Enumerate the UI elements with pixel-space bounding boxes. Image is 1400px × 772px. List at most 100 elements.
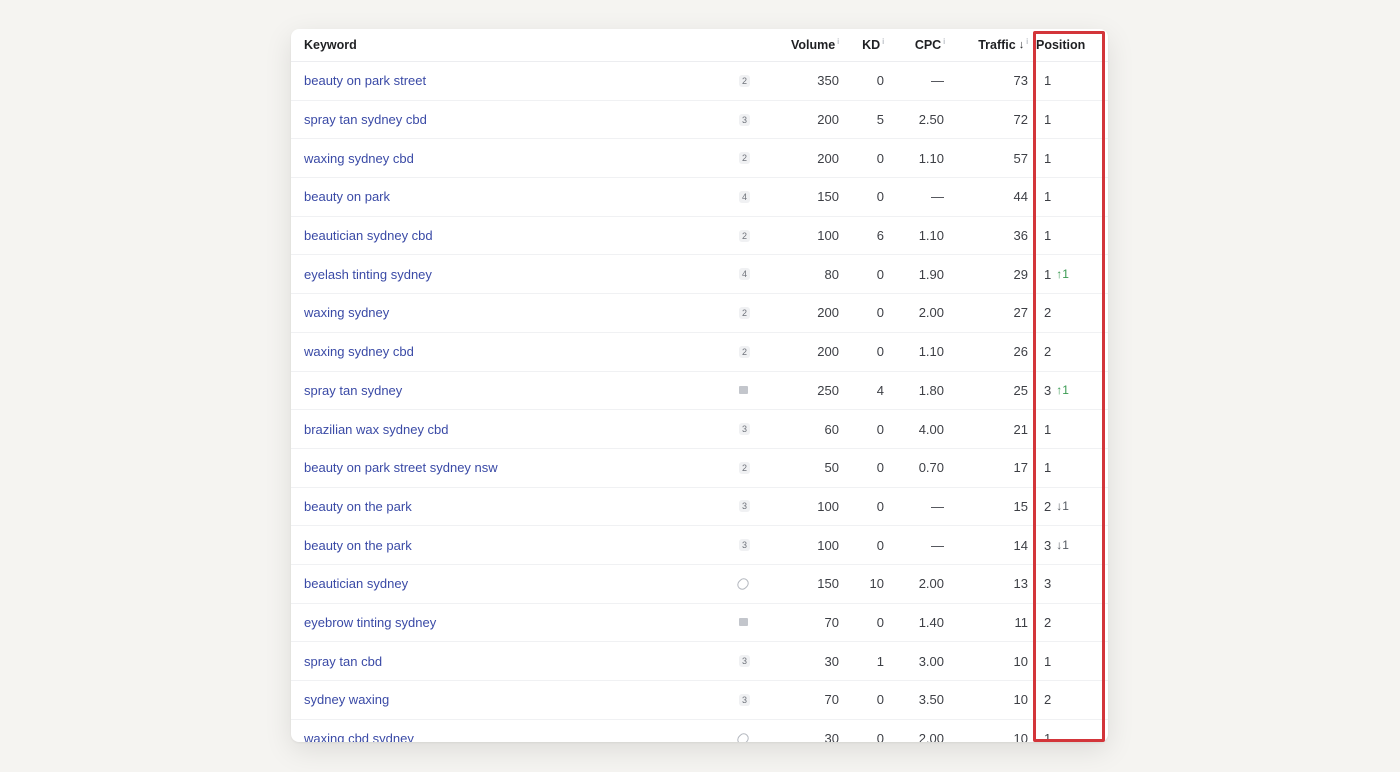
column-header-volume[interactable]: Volume i (770, 37, 841, 53)
info-icon[interactable]: i (1026, 37, 1028, 46)
serp-features-badge[interactable]: 2 (739, 345, 751, 358)
info-icon[interactable]: i (943, 37, 945, 46)
cpc-value: 0.70 (918, 460, 944, 476)
traffic-value[interactable]: 72 (948, 112, 1028, 127)
image-icon[interactable] (739, 386, 748, 395)
traffic-value[interactable]: 25 (948, 383, 1028, 398)
position-value: 1 (1044, 653, 1052, 669)
position-cell: 3 ↑1 (1028, 383, 1108, 398)
traffic-value[interactable]: 27 (948, 305, 1028, 320)
serp-features-badge[interactable]: 2 (739, 74, 751, 87)
serp-features-badge[interactable]: 2 (739, 306, 751, 319)
position-value: 3 (1044, 537, 1052, 553)
serp-features-cell: 4 (731, 268, 770, 281)
position-value: 3 (1044, 382, 1052, 398)
image-icon[interactable] (739, 618, 748, 627)
keyword-link[interactable]: beauty on the park (291, 499, 731, 514)
traffic-value[interactable]: 10 (948, 692, 1028, 707)
table-header: Keyword Volume i KD i CPC i Traffic ↓ i Posit… (291, 29, 1108, 62)
keyword-link[interactable]: sydney waxing (291, 692, 731, 707)
cpc-value: — (931, 537, 944, 553)
table-row: waxing cbd sydney 30 0 2.00 10 1 (291, 720, 1108, 742)
link-icon[interactable] (735, 730, 751, 742)
kd-value: 0 (876, 692, 884, 708)
traffic-value[interactable]: 57 (948, 151, 1028, 166)
traffic-value[interactable]: 26 (948, 344, 1028, 359)
column-header-traffic-label: Traffic (978, 38, 1016, 52)
serp-features-badge[interactable]: 3 (739, 693, 751, 706)
traffic-value[interactable]: 29 (948, 267, 1028, 282)
volume-value: 200 (817, 112, 839, 128)
keyword-link[interactable]: waxing sydney (291, 305, 731, 320)
traffic-value[interactable]: 11 (948, 615, 1029, 630)
keyword-link[interactable]: spray tan sydney (291, 383, 731, 398)
traffic-value[interactable]: 14 (948, 538, 1028, 553)
keyword-link[interactable]: spray tan sydney cbd (291, 112, 731, 127)
volume-value: 250 (817, 382, 839, 398)
serp-features-badge[interactable]: 3 (739, 539, 751, 552)
traffic-value[interactable]: 10 (948, 654, 1028, 669)
serp-features-badge[interactable]: 3 (739, 423, 751, 436)
keyword-link[interactable]: waxing cbd sydney (291, 731, 731, 742)
volume-value: 50 (824, 460, 839, 476)
kd-value: 0 (876, 421, 884, 437)
kd-value: 0 (876, 731, 884, 742)
keyword-link[interactable]: beauty on park street (291, 73, 731, 88)
sort-desc-icon[interactable]: ↓ (1019, 39, 1025, 51)
position-value: 1 (1044, 189, 1052, 205)
keyword-link[interactable]: beautician sydney (291, 576, 731, 591)
volume-value: 80 (824, 266, 839, 282)
serp-features-cell: 2 (731, 345, 770, 358)
keyword-link[interactable]: beauty on park street sydney nsw (291, 460, 731, 475)
serp-features-badge[interactable]: 3 (739, 500, 751, 513)
position-cell: 2 (1028, 615, 1108, 630)
serp-features-badge[interactable]: 2 (739, 461, 751, 474)
kd-value: 0 (876, 537, 884, 553)
traffic-value[interactable]: 21 (948, 422, 1028, 437)
column-header-traffic[interactable]: Traffic ↓ i (948, 37, 1028, 53)
keyword-link[interactable]: spray tan cbd (291, 654, 731, 669)
serp-features-badge[interactable]: 2 (739, 229, 751, 242)
serp-features-badge[interactable]: 2 (739, 152, 751, 165)
info-icon[interactable]: i (837, 37, 839, 46)
keyword-link[interactable]: eyebrow tinting sydney (291, 615, 731, 630)
position-down-indicator: ↓1 (1056, 499, 1069, 514)
traffic-value[interactable]: 17 (948, 460, 1028, 475)
traffic-value[interactable]: 15 (948, 499, 1028, 514)
traffic-value[interactable]: 13 (948, 576, 1028, 591)
serp-features-badge[interactable]: 3 (739, 113, 751, 126)
column-header-keyword[interactable]: Keyword (291, 38, 731, 52)
info-icon[interactable]: i (882, 37, 884, 46)
serp-features-cell: 3 (731, 500, 770, 513)
traffic-value[interactable]: 73 (948, 73, 1028, 88)
keyword-link[interactable]: beauty on the park (291, 538, 731, 553)
serp-features-badge[interactable]: 3 (739, 655, 751, 668)
traffic-value[interactable]: 44 (948, 189, 1028, 204)
position-cell: 1 (1028, 422, 1108, 437)
serp-features-badge[interactable]: 4 (739, 190, 751, 203)
position-cell: 1 (1028, 460, 1108, 475)
column-header-kd[interactable]: KD i (841, 37, 886, 53)
keyword-link[interactable]: waxing sydney cbd (291, 344, 731, 359)
keyword-link[interactable]: beautician sydney cbd (291, 228, 731, 243)
table-row: beautician sydney 150 10 2.00 13 3 (291, 565, 1108, 604)
link-icon[interactable] (735, 576, 751, 592)
serp-features-cell: 4 (731, 190, 770, 203)
keyword-link[interactable]: beauty on park (291, 189, 731, 204)
keyword-table-card: Keyword Volume i KD i CPC i Traffic ↓ i Posit… (291, 29, 1108, 742)
keyword-link[interactable]: eyelash tinting sydney (291, 267, 731, 282)
traffic-value[interactable]: 36 (948, 228, 1028, 243)
kd-value: 0 (876, 266, 884, 282)
serp-features-badge[interactable]: 4 (739, 268, 751, 281)
column-header-cpc[interactable]: CPC i (886, 37, 948, 53)
cpc-value: — (931, 73, 944, 89)
keyword-link[interactable]: waxing sydney cbd (291, 151, 731, 166)
position-value: 1 (1044, 421, 1052, 437)
traffic-value[interactable]: 10 (948, 731, 1028, 742)
column-header-position[interactable]: Position (1028, 38, 1108, 52)
position-value: 1 (1044, 460, 1052, 476)
table-row: spray tan cbd 3 30 1 3.00 10 1 (291, 642, 1108, 681)
position-cell: 3 ↓1 (1028, 538, 1108, 553)
keyword-link[interactable]: brazilian wax sydney cbd (291, 422, 731, 437)
serp-features-cell: 3 (731, 693, 770, 706)
